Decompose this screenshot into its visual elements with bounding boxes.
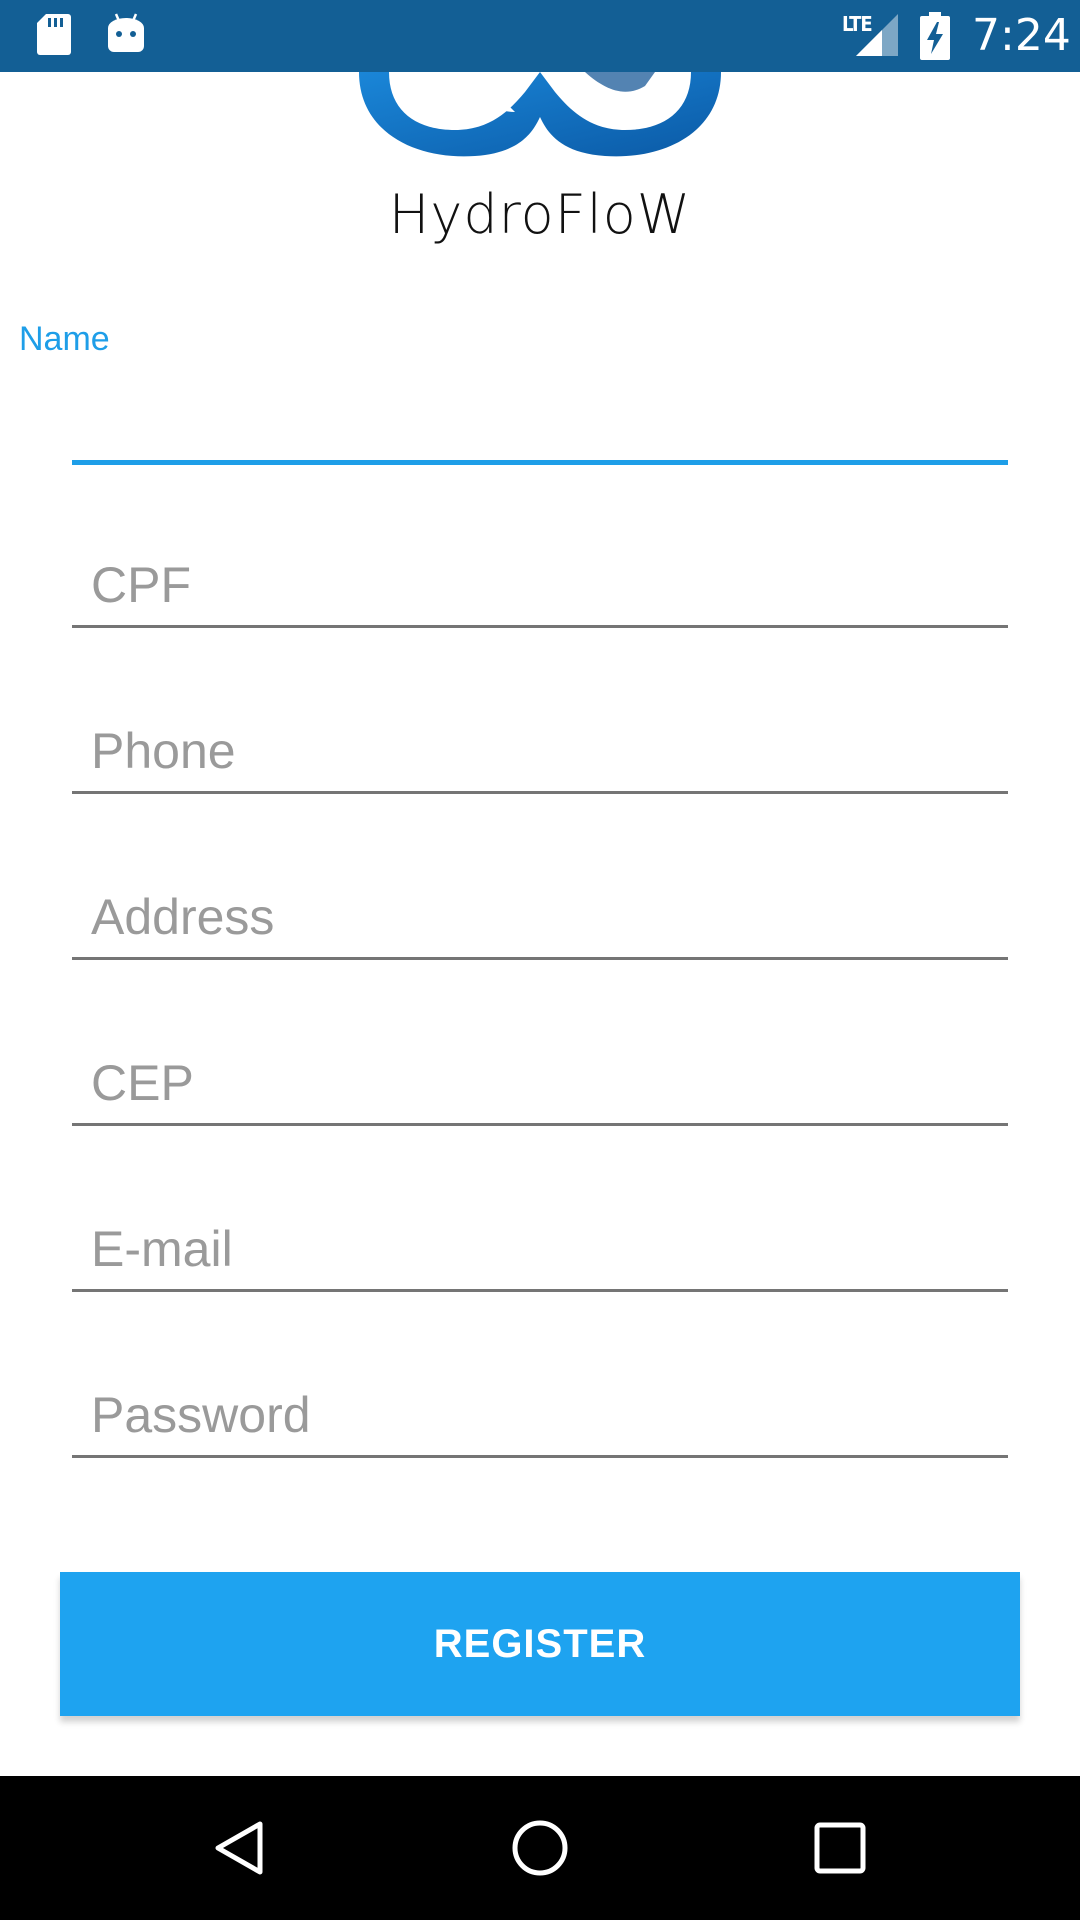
password-field[interactable] bbox=[72, 1375, 1008, 1459]
sd-card-icon bbox=[36, 12, 72, 61]
password-input[interactable] bbox=[72, 1375, 1008, 1455]
address-input[interactable] bbox=[72, 877, 1008, 957]
register-screen: LTE 7:24 HydroFloW Name CPF Phone Addres… bbox=[0, 0, 1080, 1920]
phone-field[interactable] bbox=[72, 711, 1008, 795]
android-notification-icon bbox=[106, 12, 146, 61]
navigation-bar bbox=[0, 1776, 1080, 1920]
name-floating-label: Name bbox=[19, 320, 110, 358]
status-bar: LTE 7:24 bbox=[0, 0, 1080, 72]
phone-input[interactable] bbox=[72, 711, 1008, 791]
cep-input[interactable] bbox=[72, 1043, 1008, 1123]
cpf-field[interactable] bbox=[72, 545, 1008, 629]
hydroflow-logo bbox=[355, 72, 725, 162]
recent-apps-button[interactable] bbox=[760, 1776, 920, 1920]
back-icon bbox=[215, 1821, 263, 1875]
back-button[interactable] bbox=[160, 1776, 320, 1920]
lte-signal-icon bbox=[852, 12, 898, 63]
cpf-underline bbox=[72, 625, 1008, 628]
home-button[interactable] bbox=[460, 1776, 620, 1920]
name-field[interactable] bbox=[72, 382, 1008, 466]
home-icon bbox=[512, 1820, 568, 1876]
register-button[interactable]: REGISTER bbox=[60, 1572, 1020, 1716]
email-field[interactable] bbox=[72, 1209, 1008, 1293]
phone-underline bbox=[72, 791, 1008, 794]
cep-underline bbox=[72, 1123, 1008, 1126]
recent-apps-icon bbox=[814, 1822, 866, 1874]
name-input[interactable] bbox=[72, 382, 1008, 462]
brand-name: HydroFloW bbox=[388, 183, 692, 246]
name-underline bbox=[72, 460, 1008, 465]
password-underline bbox=[72, 1455, 1008, 1458]
address-underline bbox=[72, 957, 1008, 960]
cep-field[interactable] bbox=[72, 1043, 1008, 1127]
email-input[interactable] bbox=[72, 1209, 1008, 1289]
email-underline bbox=[72, 1289, 1008, 1292]
battery-charging-icon bbox=[920, 12, 950, 65]
address-field[interactable] bbox=[72, 877, 1008, 961]
status-time: 7:24 bbox=[972, 10, 1071, 61]
cpf-input[interactable] bbox=[72, 545, 1008, 625]
